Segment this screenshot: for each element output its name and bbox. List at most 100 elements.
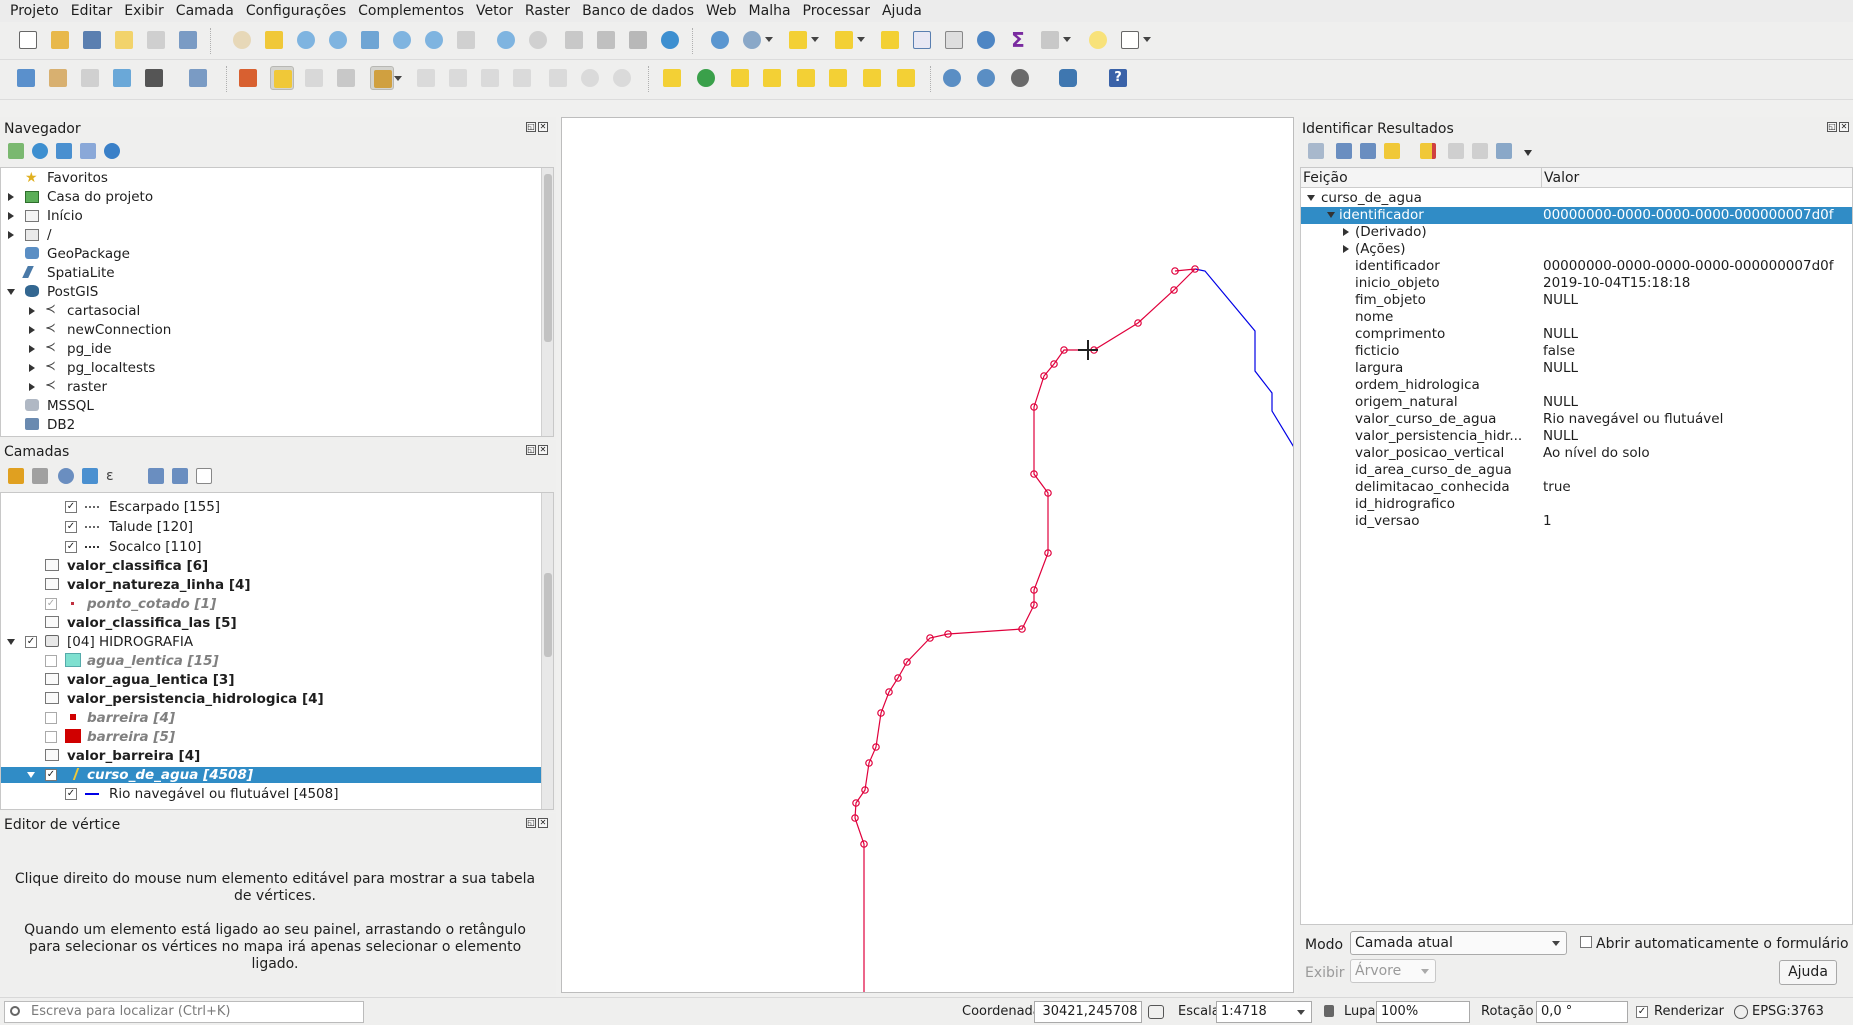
refresh-icon[interactable] xyxy=(658,28,682,52)
result-actions-row[interactable]: (Ações) xyxy=(1301,241,1852,258)
identify-icon[interactable] xyxy=(708,28,732,52)
vertex-marker[interactable] xyxy=(1044,489,1052,497)
menu-web[interactable]: Web xyxy=(700,0,743,22)
close-icon[interactable]: ✕ xyxy=(1839,122,1849,132)
filter-expression-icon[interactable]: ε xyxy=(106,468,122,484)
expand-arrow-icon[interactable] xyxy=(1343,228,1349,236)
vertex-marker[interactable] xyxy=(1030,601,1038,609)
print-layout-icon[interactable] xyxy=(144,28,168,52)
python-console-icon[interactable] xyxy=(1056,66,1080,90)
filter-browser-icon[interactable] xyxy=(56,143,72,159)
collapse-arrow-icon[interactable] xyxy=(7,639,15,645)
zoom-last-icon[interactable] xyxy=(494,28,518,52)
layer-checkbox[interactable] xyxy=(65,788,77,800)
menu-exibir[interactable]: Exibir xyxy=(118,0,170,22)
float-icon[interactable]: ◱ xyxy=(1827,122,1837,132)
expand-tree-icon[interactable] xyxy=(1308,143,1324,159)
add-mesh-icon[interactable] xyxy=(186,66,210,90)
menu-malha[interactable]: Malha xyxy=(743,0,797,22)
pan-map-icon[interactable] xyxy=(230,28,254,52)
attribute-row[interactable]: id_hidrografico xyxy=(1301,496,1852,513)
expand-arrow-icon[interactable] xyxy=(1343,245,1349,253)
attribute-table-icon[interactable] xyxy=(910,28,934,52)
expand-arrow-icon[interactable] xyxy=(29,345,35,353)
layer-item-selected[interactable]: curso_de_agua [4508] xyxy=(1,767,541,783)
attribute-row[interactable]: inicio_objeto 2019-10-04T15:18:18 xyxy=(1301,275,1852,292)
close-icon[interactable]: ✕ xyxy=(538,818,548,828)
paste-features-icon[interactable] xyxy=(546,66,570,90)
add-virtual-icon[interactable] xyxy=(142,66,166,90)
expand-arrow-icon[interactable] xyxy=(8,231,14,239)
print-response-icon[interactable] xyxy=(1472,143,1488,159)
menu-processar[interactable]: Processar xyxy=(797,0,876,22)
result-layer-row[interactable]: curso_de_agua xyxy=(1301,190,1852,207)
layer-checkbox[interactable] xyxy=(45,712,57,724)
coordinate-input[interactable]: 30421,245708 xyxy=(1034,1001,1142,1023)
rotation-input[interactable]: 0,0 ° xyxy=(1536,1001,1628,1023)
attribute-row[interactable]: ficticio false xyxy=(1301,343,1852,360)
attribute-row[interactable]: delimitacao_conhecida true xyxy=(1301,479,1852,496)
statistics-icon[interactable]: Σ xyxy=(1006,28,1030,52)
vertex-marker[interactable] xyxy=(1171,267,1179,275)
undo-icon[interactable] xyxy=(578,66,602,90)
manage-visibility-icon[interactable] xyxy=(58,468,74,484)
zoom-selection-icon[interactable] xyxy=(390,28,414,52)
save-edits-icon[interactable] xyxy=(302,66,326,90)
collapse-arrow-icon[interactable] xyxy=(7,289,15,295)
vertex-marker[interactable] xyxy=(1030,403,1038,411)
pan-to-selection-icon[interactable] xyxy=(262,28,286,52)
properties-icon[interactable] xyxy=(104,143,120,159)
collapse-all-results-icon[interactable] xyxy=(1360,143,1376,159)
new-layer-icon[interactable] xyxy=(46,66,70,90)
globe-icon[interactable] xyxy=(1734,1005,1748,1019)
locator-search-input[interactable]: Escreva para localizar (Ctrl+K) xyxy=(4,1001,364,1023)
collapse-arrow-icon[interactable] xyxy=(27,772,35,778)
expand-arrow-icon[interactable] xyxy=(8,193,14,201)
vertex-marker[interactable] xyxy=(1060,346,1068,354)
expand-arrow-icon[interactable] xyxy=(29,364,35,372)
scale-combo[interactable]: 1:4718 xyxy=(1216,1001,1312,1023)
vertex-marker[interactable] xyxy=(877,709,885,717)
layer-checkbox[interactable] xyxy=(65,501,77,513)
field-calculator-icon[interactable] xyxy=(942,28,966,52)
float-icon[interactable]: ◱ xyxy=(526,445,536,455)
vertex-marker[interactable] xyxy=(1170,286,1178,294)
label-icon[interactable] xyxy=(660,66,684,90)
float-icon[interactable]: ◱ xyxy=(526,818,536,828)
open-project-icon[interactable] xyxy=(48,28,72,52)
float-icon[interactable]: ◱ xyxy=(526,122,536,132)
expand-all-results-icon[interactable] xyxy=(1336,143,1352,159)
vertex-marker[interactable] xyxy=(1134,319,1142,327)
attribute-row[interactable]: ordem_hidrologica xyxy=(1301,377,1852,394)
vertex-marker[interactable] xyxy=(852,799,860,807)
measure-icon[interactable] xyxy=(1038,28,1071,52)
toggle-editing-icon[interactable] xyxy=(270,66,294,90)
vertex-marker[interactable] xyxy=(885,688,893,696)
close-icon[interactable]: ✕ xyxy=(538,122,548,132)
wms-icon[interactable] xyxy=(940,66,964,90)
diagram-icon[interactable] xyxy=(694,66,718,90)
zoom-full-icon[interactable] xyxy=(358,28,382,52)
menu-ajuda[interactable]: Ajuda xyxy=(876,0,928,22)
menu-projeto[interactable]: Projeto xyxy=(4,0,65,22)
move-label-icon[interactable] xyxy=(826,66,850,90)
new-bookmark-icon[interactable] xyxy=(562,28,586,52)
select-by-value-icon[interactable] xyxy=(832,28,865,52)
data-source-manager-icon[interactable] xyxy=(14,66,38,90)
copy-feature-icon[interactable] xyxy=(1448,143,1464,159)
new-project-icon[interactable] xyxy=(16,28,40,52)
menu-vetor[interactable]: Vetor xyxy=(470,0,519,22)
group-checkbox[interactable] xyxy=(25,636,37,648)
vertex-marker[interactable] xyxy=(1044,549,1052,557)
layer-checkbox[interactable] xyxy=(45,731,57,743)
expand-arrow-icon[interactable] xyxy=(8,212,14,220)
column-header-value[interactable]: Valor xyxy=(1542,168,1852,188)
vertex-marker[interactable] xyxy=(894,674,902,682)
layer-checkbox[interactable] xyxy=(45,769,57,781)
zoom-next-icon[interactable] xyxy=(526,28,550,52)
close-icon[interactable]: ✕ xyxy=(538,445,548,455)
layer-checkbox[interactable] xyxy=(45,598,57,610)
add-raster-icon[interactable] xyxy=(110,66,134,90)
map-tips-icon[interactable] xyxy=(1086,28,1110,52)
copy-features-icon[interactable] xyxy=(510,66,534,90)
